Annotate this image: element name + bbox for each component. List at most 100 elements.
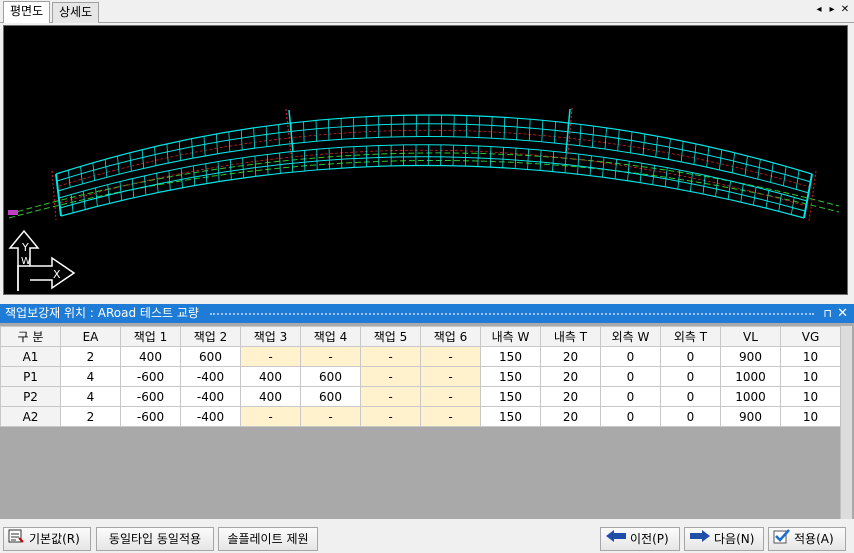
next-button[interactable]: 다음(N) bbox=[684, 527, 764, 551]
table-cell[interactable]: 600 bbox=[180, 346, 241, 367]
table-cell[interactable]: 400 bbox=[240, 386, 301, 407]
table-cell[interactable]: -400 bbox=[180, 366, 241, 387]
table-cell[interactable]: -400 bbox=[180, 406, 241, 427]
default-button[interactable]: 기본값(R) bbox=[3, 527, 91, 551]
default-values-icon bbox=[8, 528, 26, 551]
table-cell[interactable]: - bbox=[420, 386, 481, 407]
column-header: 잭업 5 bbox=[360, 326, 421, 347]
table-cell[interactable]: 20 bbox=[540, 346, 601, 367]
column-header: 외측 W bbox=[600, 326, 661, 347]
table-cell[interactable]: - bbox=[360, 386, 421, 407]
table-cell[interactable]: 10 bbox=[780, 346, 841, 367]
panel-close-icon[interactable]: ✕ bbox=[837, 304, 848, 323]
table-cell[interactable]: 2 bbox=[60, 346, 121, 367]
ucs-axis-icon bbox=[8, 229, 76, 291]
bottom-toolbar: 기본값(R) 동일타입 동일적용 솔플레이트 제원 이전(P) 다음(N) 적용… bbox=[0, 523, 854, 553]
jackup-stiffener-panel: 잭업보강재 위치 : ARoad 테스트 교량 ⊓ ✕ 구 분 EA 잭업 1 잭업 … bbox=[0, 304, 854, 519]
table-cell[interactable]: - bbox=[300, 346, 361, 367]
tab-close-icon[interactable]: ✕ bbox=[840, 3, 850, 17]
table-cell[interactable]: 0 bbox=[600, 406, 661, 427]
ucs-y-label: Y bbox=[21, 241, 29, 254]
table-cell[interactable]: 0 bbox=[660, 366, 721, 387]
column-header: 잭업 1 bbox=[120, 326, 181, 347]
table-cell[interactable]: 4 bbox=[60, 386, 121, 407]
table-cell[interactable]: 0 bbox=[660, 346, 721, 367]
table-cell[interactable]: - bbox=[240, 406, 301, 427]
plan-drawing-viewport[interactable]: Y W X bbox=[3, 25, 848, 295]
column-header: 잭업 4 bbox=[300, 326, 361, 347]
table-cell[interactable]: 20 bbox=[540, 366, 601, 387]
row-header: A2 bbox=[0, 406, 61, 427]
table-cell[interactable]: 10 bbox=[780, 386, 841, 407]
table-cell[interactable]: 150 bbox=[480, 386, 541, 407]
table-cell[interactable]: 150 bbox=[480, 406, 541, 427]
sole-plate-spec-label: 솔플레이트 제원 bbox=[227, 532, 309, 546]
column-header: 잭업 2 bbox=[180, 326, 241, 347]
table-cell[interactable]: 0 bbox=[600, 386, 661, 407]
table-cell[interactable]: 900 bbox=[720, 406, 781, 427]
tab-detail-view[interactable]: 상세도 bbox=[52, 2, 100, 23]
bridge-plan-drawing: Y W X bbox=[8, 107, 840, 291]
column-header: EA bbox=[60, 326, 121, 347]
table-cell[interactable]: - bbox=[300, 406, 361, 427]
column-header: VL bbox=[720, 326, 781, 347]
table-cell[interactable]: 150 bbox=[480, 366, 541, 387]
table-cell[interactable]: - bbox=[420, 346, 481, 367]
tab-next-icon[interactable]: ▸ bbox=[827, 3, 837, 17]
table-cell[interactable]: 0 bbox=[660, 386, 721, 407]
table-cell[interactable]: -600 bbox=[120, 386, 181, 407]
table-cell[interactable]: 400 bbox=[240, 366, 301, 387]
default-button-label: 기본값(R) bbox=[29, 532, 80, 546]
table-cell[interactable]: - bbox=[360, 366, 421, 387]
row-header: A1 bbox=[0, 346, 61, 367]
table-cell[interactable]: - bbox=[360, 406, 421, 427]
tab-controls: ◂ ▸ ✕ bbox=[814, 3, 850, 17]
prev-button[interactable]: 이전(P) bbox=[600, 527, 680, 551]
same-type-apply-button[interactable]: 동일타입 동일적용 bbox=[96, 527, 214, 551]
table-cell[interactable]: -400 bbox=[180, 386, 241, 407]
table-cell[interactable]: 20 bbox=[540, 406, 601, 427]
table-cell[interactable]: 900 bbox=[720, 346, 781, 367]
table-row: P1 4 -600 -400 400 600- -150 20 0 0 1000 10 bbox=[0, 366, 841, 387]
tab-plan-view[interactable]: 평면도 bbox=[3, 1, 51, 23]
panel-title-bar: 잭업보강재 위치 : ARoad 테스트 교량 ⊓ ✕ bbox=[0, 304, 854, 323]
table-cell[interactable]: 1000 bbox=[720, 386, 781, 407]
table-cell[interactable]: 150 bbox=[480, 346, 541, 367]
table-cell[interactable]: 600 bbox=[300, 386, 361, 407]
ucs-x-label: X bbox=[53, 268, 61, 281]
table-cell[interactable]: -600 bbox=[120, 366, 181, 387]
table-cell[interactable]: - bbox=[360, 346, 421, 367]
table-cell[interactable]: 0 bbox=[600, 346, 661, 367]
table-cell[interactable]: -600 bbox=[120, 406, 181, 427]
table-cell[interactable]: 0 bbox=[600, 366, 661, 387]
column-header: 내측 W bbox=[480, 326, 541, 347]
table-row: A1 2 400 600- - - -150 20 0 0 900 10 bbox=[0, 346, 841, 367]
tab-prev-icon[interactable]: ◂ bbox=[814, 3, 824, 17]
table-cell[interactable]: 2 bbox=[60, 406, 121, 427]
row-header: P1 bbox=[0, 366, 61, 387]
column-header: 잭업 6 bbox=[420, 326, 481, 347]
table-cell[interactable]: 1000 bbox=[720, 366, 781, 387]
table-scrollbar[interactable] bbox=[840, 326, 852, 519]
table-cell[interactable]: 0 bbox=[660, 406, 721, 427]
panel-title: 잭업보강재 위치 : ARoad 테스트 교량 bbox=[5, 306, 199, 320]
table-cell[interactable]: 20 bbox=[540, 386, 601, 407]
table-cell[interactable]: - bbox=[420, 406, 481, 427]
apply-button[interactable]: 적용(A) bbox=[768, 527, 846, 551]
row-header: P2 bbox=[0, 386, 61, 407]
table-cell[interactable]: 400 bbox=[120, 346, 181, 367]
column-header: VG bbox=[780, 326, 841, 347]
same-type-apply-label: 동일타입 동일적용 bbox=[108, 532, 202, 546]
table-cell[interactable]: 600 bbox=[300, 366, 361, 387]
pin-icon[interactable]: ⊓ bbox=[823, 304, 832, 323]
arrow-right-icon bbox=[689, 528, 711, 550]
column-header: 구 분 bbox=[0, 326, 61, 347]
table-cell[interactable]: 4 bbox=[60, 366, 121, 387]
table-cell[interactable]: 10 bbox=[780, 406, 841, 427]
table-cell[interactable]: 10 bbox=[780, 366, 841, 387]
next-button-label: 다음(N) bbox=[714, 532, 755, 546]
table-cell[interactable]: - bbox=[420, 366, 481, 387]
sole-plate-spec-button[interactable]: 솔플레이트 제원 bbox=[218, 527, 318, 551]
column-header: 내측 T bbox=[540, 326, 601, 347]
table-cell[interactable]: - bbox=[240, 346, 301, 367]
